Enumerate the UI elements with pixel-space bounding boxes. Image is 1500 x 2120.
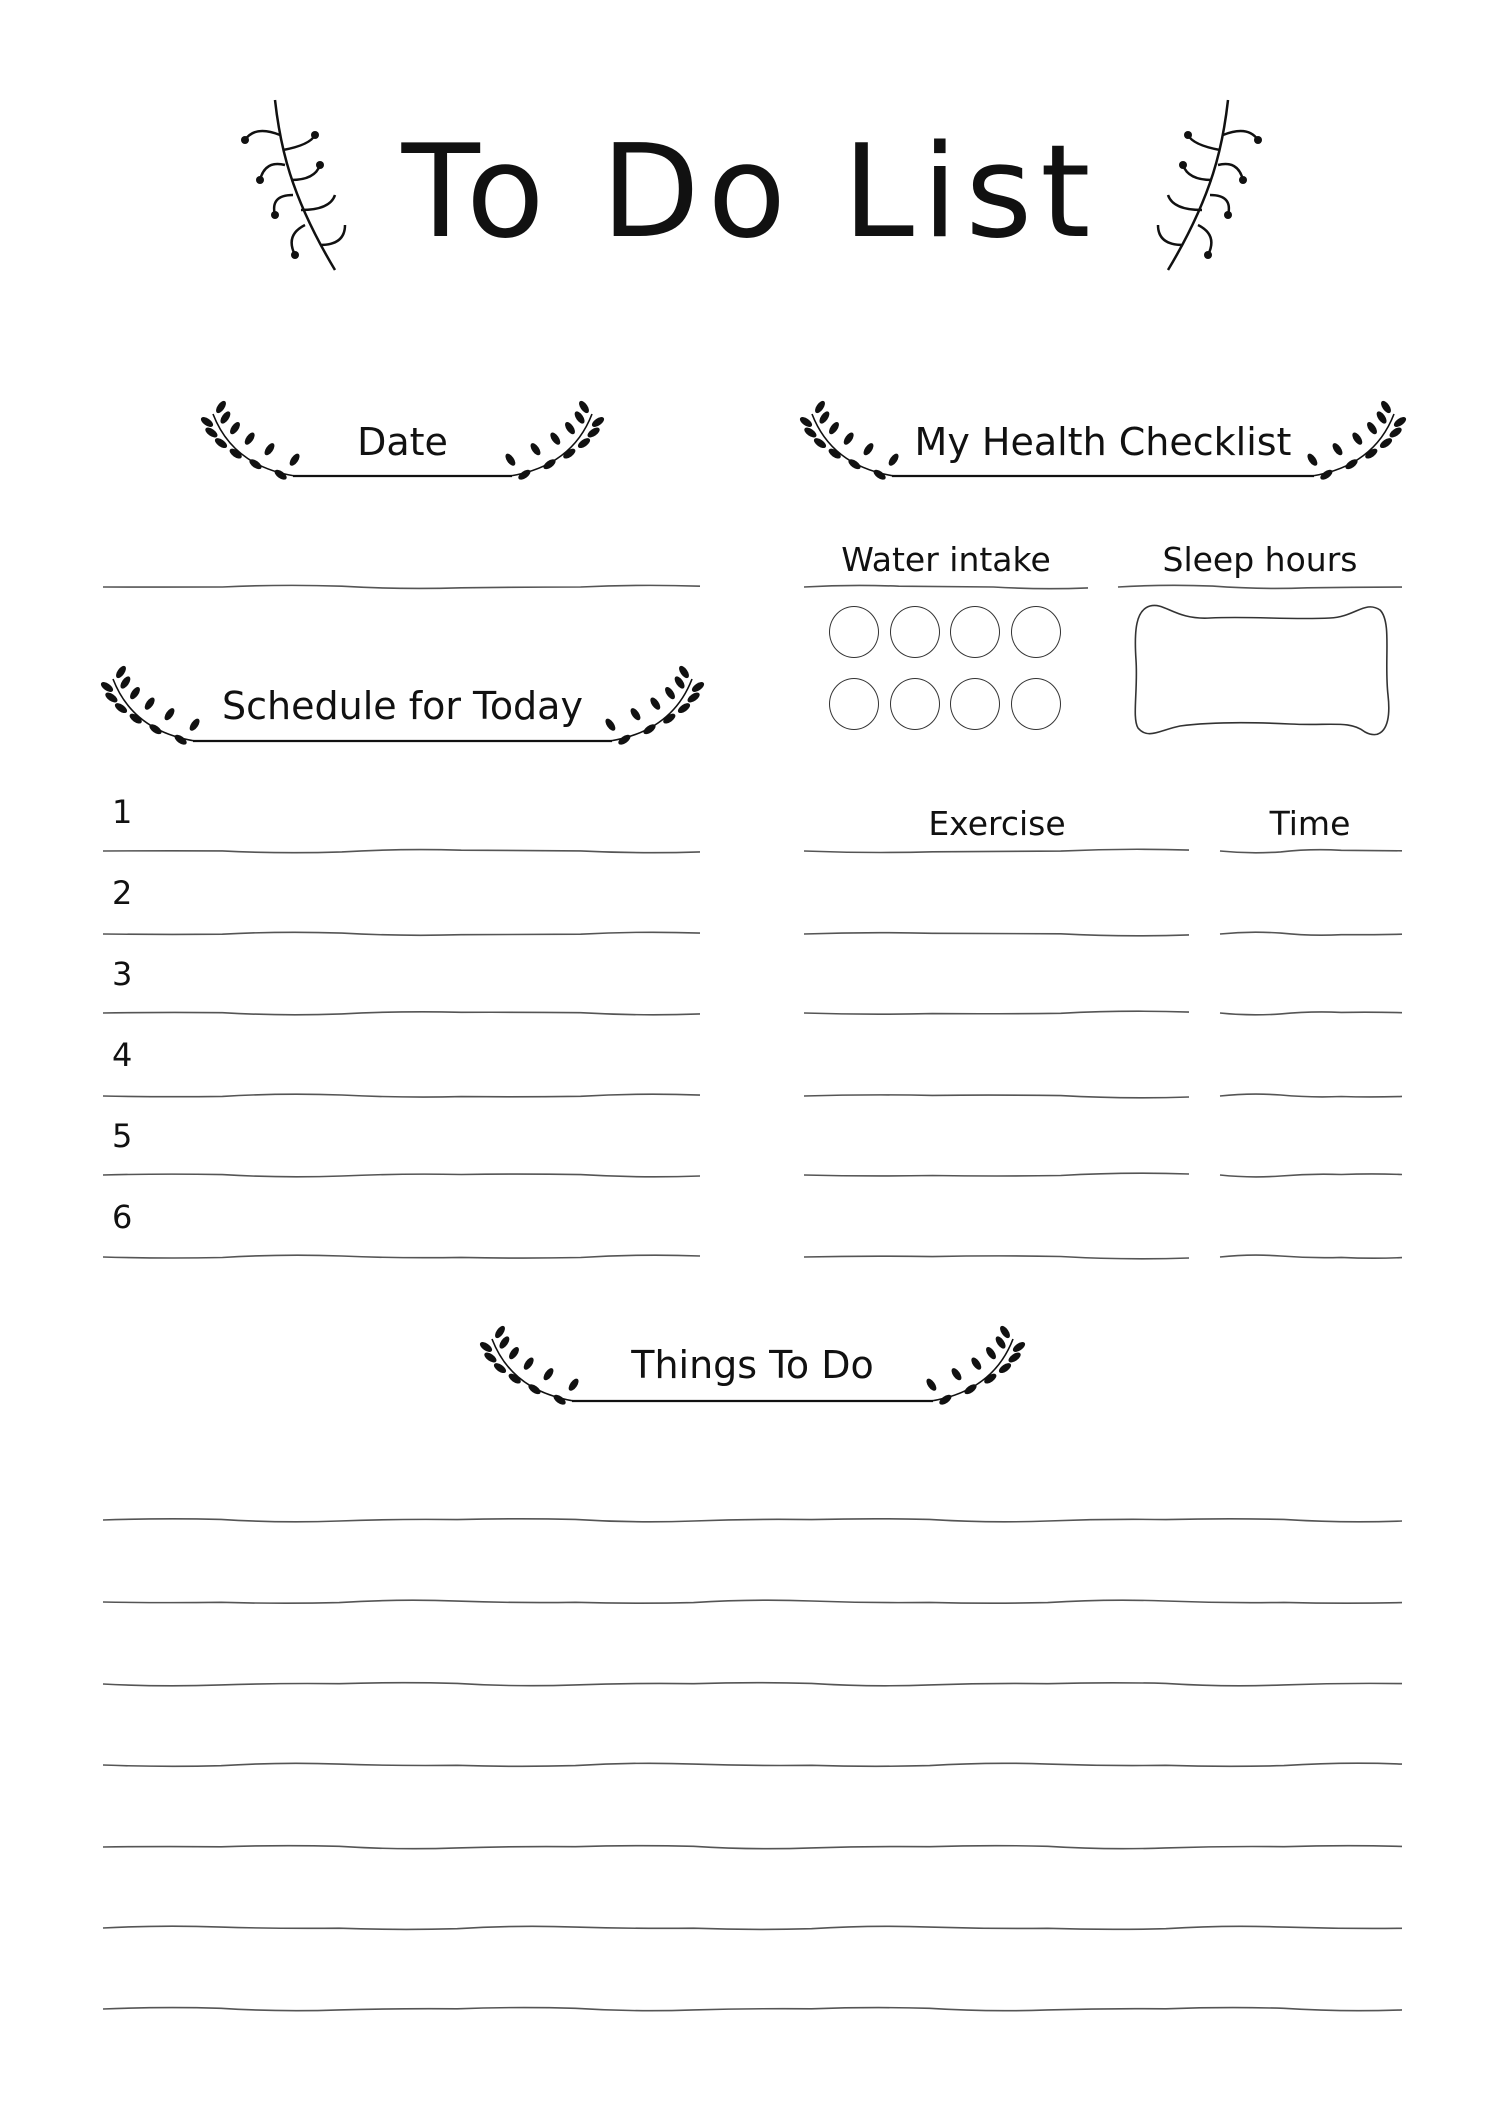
water-glass-circle[interactable] bbox=[890, 678, 940, 730]
water-glass-circle[interactable] bbox=[950, 678, 1000, 730]
schedule-number: 1 bbox=[112, 793, 133, 831]
schedule-number: 5 bbox=[112, 1117, 133, 1155]
sleep-hours-box[interactable] bbox=[1130, 600, 1392, 740]
schedule-number: 6 bbox=[112, 1198, 133, 1236]
schedule-number: 3 bbox=[112, 955, 133, 993]
sleep-hours-underline bbox=[1117, 584, 1403, 590]
water-glass-circle[interactable] bbox=[890, 606, 940, 658]
time-header: Time bbox=[1269, 804, 1351, 843]
water-glass-circle[interactable] bbox=[1011, 678, 1061, 730]
water-glass-circle[interactable] bbox=[950, 606, 1000, 658]
water-glass-circle[interactable] bbox=[829, 606, 879, 658]
water-glass-circle[interactable] bbox=[1011, 606, 1061, 658]
exercise-header: Exercise bbox=[928, 804, 1066, 843]
water-glass-circle[interactable] bbox=[829, 678, 879, 730]
schedule-number: 2 bbox=[112, 874, 133, 912]
schedule-number: 4 bbox=[112, 1036, 133, 1074]
